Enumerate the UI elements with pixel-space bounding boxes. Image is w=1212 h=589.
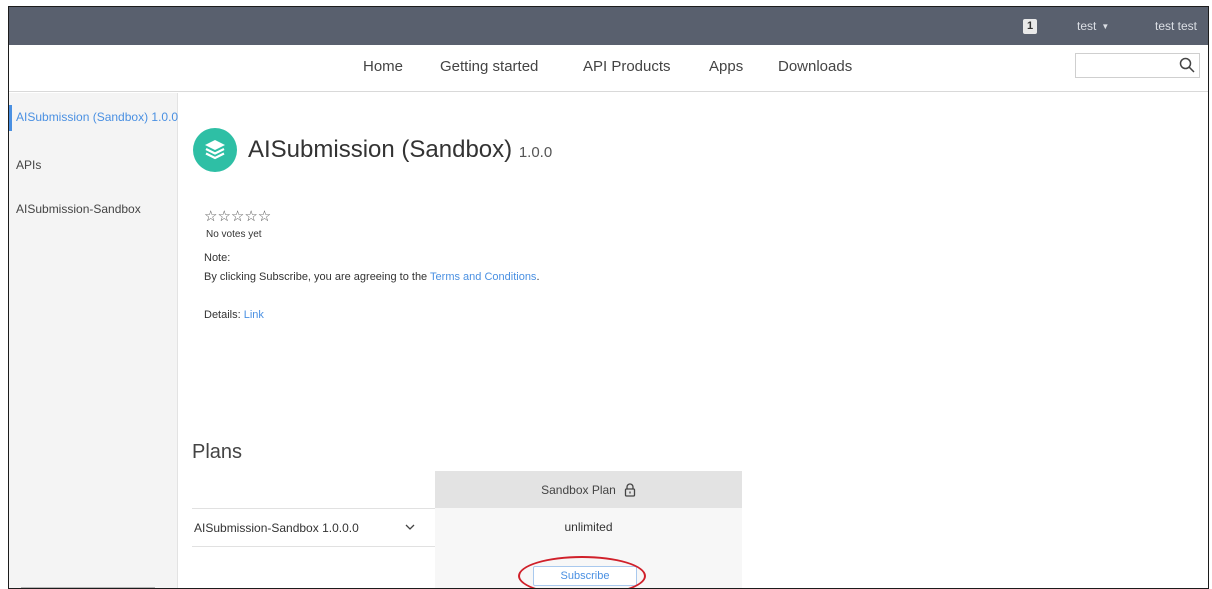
terms-link[interactable]: Terms and Conditions	[430, 271, 536, 283]
lock-icon	[624, 482, 636, 497]
plan-name: Sandbox Plan	[541, 482, 616, 497]
page-title: AISubmission (Sandbox) 1.0.0	[248, 136, 552, 164]
votes-count: No votes yet	[206, 229, 262, 240]
details-link[interactable]: Link	[244, 309, 264, 321]
stack-layers-icon	[205, 140, 225, 160]
nav-api-products[interactable]: API Products	[583, 58, 671, 75]
rating-stars[interactable]: ☆☆☆☆☆	[204, 207, 271, 225]
product-version: 1.0.0	[518, 144, 553, 161]
row-divider	[192, 546, 435, 547]
nav-downloads[interactable]: Downloads	[778, 58, 852, 75]
search-input[interactable]	[1075, 53, 1200, 78]
highlight-annotation	[518, 556, 646, 588]
details-row: Details: Link	[204, 309, 264, 321]
plan-value-cell: unlimited	[435, 508, 742, 546]
notification-badge[interactable]: 1	[1023, 19, 1037, 34]
sidebar-item-apis[interactable]: APIs	[16, 158, 41, 172]
sidebar-item-aisubmission-sandbox[interactable]: AISubmission-Sandbox	[16, 202, 141, 216]
api-row-name: AISubmission-Sandbox 1.0.0.0	[194, 521, 359, 535]
sidebar-item-product[interactable]: AISubmission (Sandbox) 1.0.0	[16, 110, 178, 124]
note-label: Note:	[204, 252, 231, 264]
main-navigation: Home Getting started API Products Apps D…	[9, 45, 1208, 92]
user-menu-label: test	[1077, 19, 1097, 33]
nav-apps[interactable]: Apps	[709, 58, 743, 75]
product-icon	[193, 128, 237, 172]
details-label: Details:	[204, 309, 244, 321]
top-bar: 1 test ▼ test test	[9, 7, 1208, 45]
search-icon[interactable]	[1179, 57, 1195, 73]
caret-down-icon: ▼	[1101, 21, 1110, 31]
nav-getting-started[interactable]: Getting started	[440, 58, 538, 75]
note-text-after: .	[536, 271, 540, 283]
nav-home[interactable]: Home	[363, 58, 403, 75]
plan-header: Sandbox Plan	[435, 471, 742, 508]
user-full-name[interactable]: test test	[1155, 19, 1197, 33]
plan-value: unlimited	[564, 520, 613, 534]
sidebar-active-indicator	[9, 105, 12, 131]
product-title-text: AISubmission (Sandbox)	[248, 136, 513, 163]
plans-heading: Plans	[192, 441, 243, 463]
chevron-down-icon[interactable]	[405, 523, 415, 531]
main-content: AISubmission (Sandbox) 1.0.0 ☆☆☆☆☆ No vo…	[179, 93, 1208, 588]
row-divider	[192, 508, 435, 509]
note-text-before: By clicking Subscribe, you are agreeing …	[204, 271, 431, 283]
note-text: By clicking Subscribe, you are agreeing …	[204, 271, 540, 283]
browser-frame: 1 test ▼ test test Home Getting started …	[8, 6, 1209, 589]
sidebar: AISubmission (Sandbox) 1.0.0 APIs AISubm…	[9, 93, 178, 588]
user-menu[interactable]: test ▼	[1077, 19, 1109, 33]
plan-subscribe-cell: Subscribe	[435, 546, 742, 588]
